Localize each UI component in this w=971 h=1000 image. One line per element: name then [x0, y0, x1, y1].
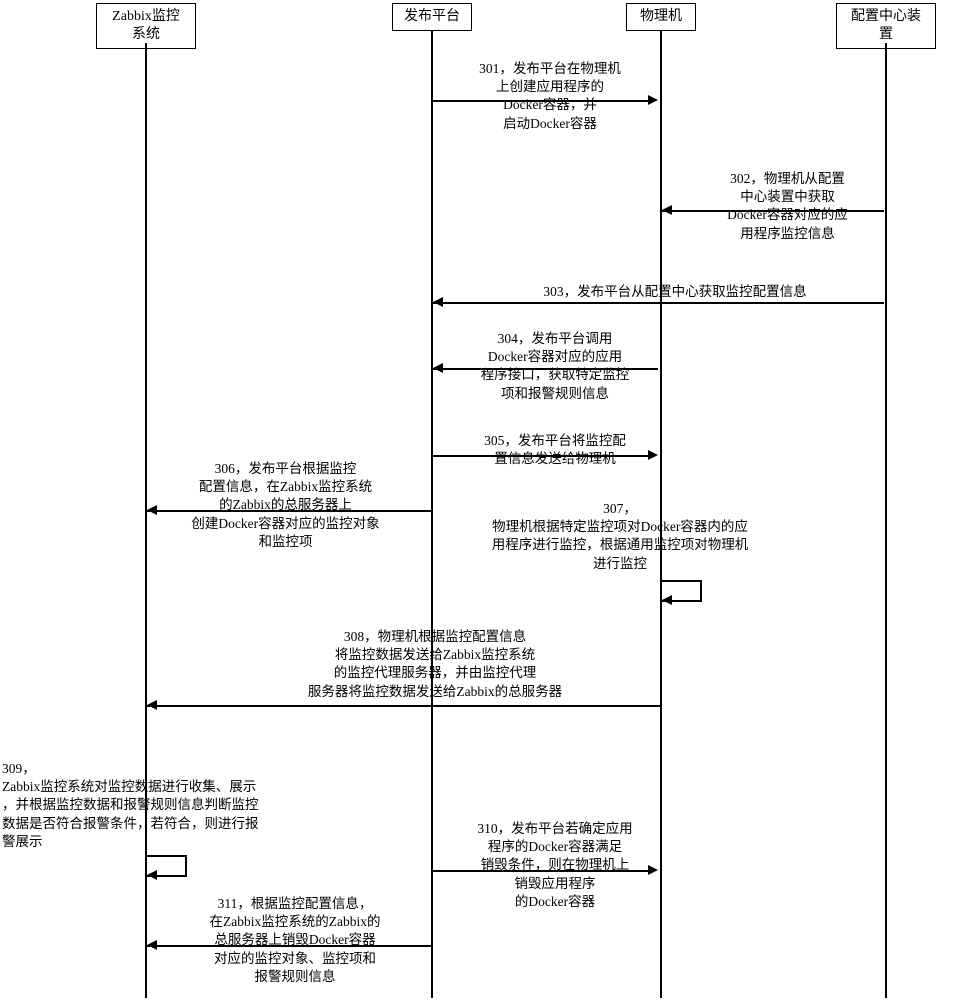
msg-306-arrow: [147, 510, 431, 512]
msg-308-label: 308，物理机根据监控配置信息 将监控数据发送给Zabbix监控系统 的监控代理…: [270, 628, 600, 701]
msg-309-head: [147, 870, 157, 880]
msg-308-head: [147, 700, 157, 710]
lifeline-publish: [431, 30, 433, 998]
msg-311-label: 311，根据监控配置信息， 在Zabbix监控系统的Zabbix的 总服务器上销…: [165, 895, 425, 986]
msg-307-head: [662, 595, 672, 605]
msg-301-head: [648, 95, 658, 105]
msg-311-arrow: [147, 945, 431, 947]
msg-301-label: 301，发布平台在物理机 上创建应用程序的 Docker容器，并 启动Docke…: [455, 60, 645, 133]
msg-311-head: [147, 940, 157, 950]
msg-303-arrow: [433, 302, 884, 304]
msg-302-head: [662, 205, 672, 215]
msg-310-head: [648, 865, 658, 875]
msg-303-head: [433, 297, 443, 307]
msg-308-arrow: [147, 705, 660, 707]
msg-310-label: 310，发布平台若确定应用 程序的Docker容器满足 销毁条件，则在物理机上 …: [450, 820, 660, 911]
msg-303-label: 303，发布平台从配置中心获取监控配置信息: [475, 283, 875, 301]
msg-310-arrow: [432, 870, 650, 872]
msg-304-head: [433, 363, 443, 373]
msg-309-label: 309， Zabbix监控系统对监控数据进行收集、展示 ，并根据监控数据和报警规…: [2, 760, 312, 851]
msg-304-arrow: [433, 368, 658, 370]
msg-309-a: [145, 855, 185, 857]
msg-301-arrow: [432, 100, 650, 102]
participant-publish: 发布平台: [392, 3, 472, 31]
msg-307-label: 307， 物理机根据特定监控项对Docker容器内的应 用程序进行监控，根据通用…: [455, 500, 785, 573]
msg-306-label: 306，发布平台根据监控 配置信息，在Zabbix监控系统 的Zabbix的总服…: [158, 460, 413, 551]
msg-305-arrow: [432, 455, 650, 457]
msg-306-head: [147, 505, 157, 515]
msg-307-b: [700, 580, 702, 600]
msg-304-label: 304，发布平台调用 Docker容器对应的应用 程序接口，获取特定监控 项和报…: [455, 330, 655, 403]
lifeline-config: [885, 43, 887, 998]
msg-305-head: [648, 450, 658, 460]
msg-307-a: [660, 580, 700, 582]
msg-302-label: 302，物理机从配置 中心装置中获取 Docker容器对应的应 用程序监控信息: [700, 170, 875, 243]
msg-305-label: 305，发布平台将监控配 置信息发送给物理机: [455, 432, 655, 468]
msg-309-b: [185, 855, 187, 875]
participant-physical: 物理机: [626, 3, 696, 31]
msg-302-arrow: [662, 210, 884, 212]
